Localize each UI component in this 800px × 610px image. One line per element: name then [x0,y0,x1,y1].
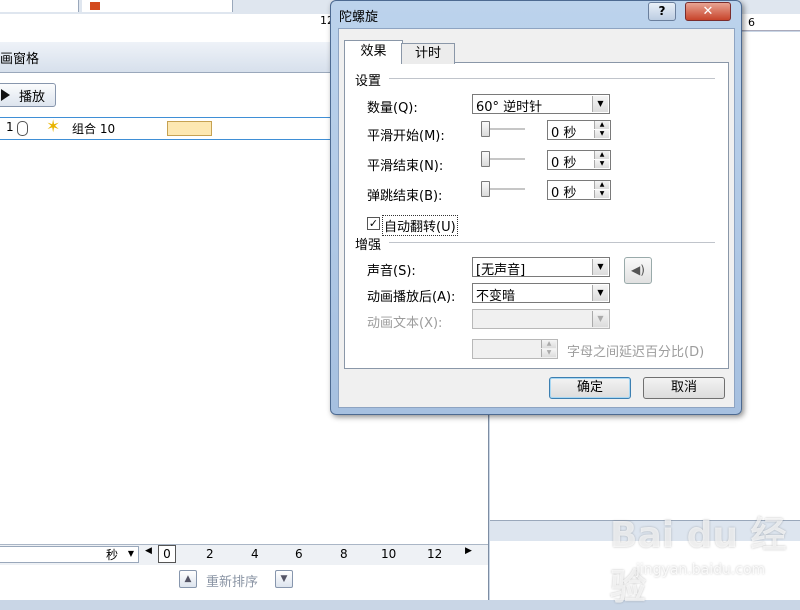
bounce-end-value: 0 秒 [551,186,577,201]
timeline-tick: 2 [206,547,214,561]
play-label: 播放 [19,90,46,105]
chevron-down-icon[interactable]: ▼ [592,311,608,327]
speaker-icon[interactable]: ◀) [624,257,652,284]
smooth-start-value: 0 秒 [551,126,577,141]
timeline-tick: 4 [251,547,259,561]
amount-label: 数量(Q): [367,101,418,116]
spin-down-icon[interactable]: ▼ [594,130,609,138]
help-button[interactable]: ? [648,2,676,21]
sound-dropdown[interactable]: [无声音] ▼ [472,257,610,278]
amount-dropdown[interactable]: 60° 逆时针 ▼ [472,94,610,115]
tab-timing[interactable]: 计时 [401,43,455,64]
ok-button[interactable]: 确定 [549,377,631,399]
timeline-tick: 8 [340,547,348,561]
auto-reverse-label[interactable]: 自动翻转(U) [382,215,458,236]
animation-object-name: 组合 10 [72,122,116,136]
after-animation-dropdown[interactable]: 不变暗 ▼ [472,283,610,304]
smooth-end-value: 0 秒 [551,156,577,171]
chevron-down-icon[interactable]: ▼ [124,546,138,561]
chevron-down-icon[interactable]: ▼ [592,285,608,301]
animation-timing-bar[interactable] [167,121,212,136]
move-up-icon[interactable]: ▲ [179,570,197,588]
spin-up-icon[interactable]: ▲ [594,151,609,159]
mouse-click-icon [17,121,28,136]
bounce-end-slider-thumb[interactable] [481,181,490,197]
letter-delay-spinner[interactable]: ▲ ▼ [472,339,558,359]
smooth-end-slider-thumb[interactable] [481,151,490,167]
smooth-start-slider-thumb[interactable] [481,121,490,137]
powerpoint-icon [90,2,100,10]
settings-heading: 设置 [355,74,382,89]
smooth-start-label: 平滑开始(M): [367,129,445,144]
animation-pane-title: 画窗格 [0,52,40,67]
timeline-unit-dropdown[interactable] [0,546,139,563]
letter-delay-label: 字母之间延迟百分比(D) [567,345,705,360]
baidu-watermark: Bai du 经验 [610,515,787,608]
spin-down-icon[interactable]: ▼ [594,190,609,198]
timeline-tick: 12 [427,547,443,561]
bounce-end-label: 弹跳结束(B): [367,189,443,204]
play-button[interactable]: 播放 [0,83,56,107]
animate-text-label: 动画文本(X): [367,316,443,331]
chevron-down-icon[interactable]: ▼ [592,259,608,275]
section-divider [389,78,715,79]
spin-down-icon[interactable]: ▼ [594,160,609,168]
spin-up-icon[interactable]: ▲ [594,121,609,129]
chevron-down-icon[interactable]: ▼ [592,96,608,112]
smooth-start-spinner[interactable]: 0 秒 ▲ ▼ [547,120,611,141]
bounce-end-spinner[interactable]: 0 秒 ▲ ▼ [547,180,611,201]
sound-label: 声音(S): [367,264,416,279]
spin-up-icon[interactable]: ▲ [541,340,556,348]
watermark-url: jingyan.baidu.com [636,562,766,578]
close-button[interactable]: ✕ [685,2,731,21]
enhance-heading: 增强 [355,238,382,253]
after-animation-value: 不变暗 [476,289,516,304]
reorder-label: 重新排序 [206,575,259,590]
animate-text-dropdown[interactable]: ▼ [472,309,610,329]
tab-effect[interactable]: 效果 [344,40,403,64]
ruler-label: 6 [748,16,755,29]
timeline-tick: 6 [295,547,303,561]
document-tab-active[interactable] [82,0,233,12]
sound-value: [无声音] [476,263,526,278]
spin-down-icon[interactable]: ▼ [541,349,556,357]
timeline-tick: 10 [381,547,397,561]
document-tab[interactable] [0,0,79,12]
timeline-scroll-right-icon[interactable]: ▶ [465,546,472,556]
spin-up-icon[interactable]: ▲ [594,181,609,189]
section-divider [389,242,715,243]
play-icon [1,89,10,101]
timeline-tick-current: 0 [158,545,176,563]
dialog-title: 陀螺旋 [339,10,379,25]
animation-order-number: 1 [6,120,14,134]
emphasis-star-icon: ✶ [46,117,61,137]
after-animation-label: 动画播放后(A): [367,290,456,305]
timeline-scroll-left-icon[interactable]: ◀ [145,546,152,556]
smooth-end-spinner[interactable]: 0 秒 ▲ ▼ [547,150,611,171]
auto-reverse-checkbox[interactable]: ✓ [367,217,380,230]
smooth-end-label: 平滑结束(N): [367,159,444,174]
cancel-button[interactable]: 取消 [643,377,725,399]
timeline-unit-label: 秒 [106,548,119,562]
move-down-icon[interactable]: ▼ [275,570,293,588]
amount-value: 60° 逆时针 [476,100,543,115]
